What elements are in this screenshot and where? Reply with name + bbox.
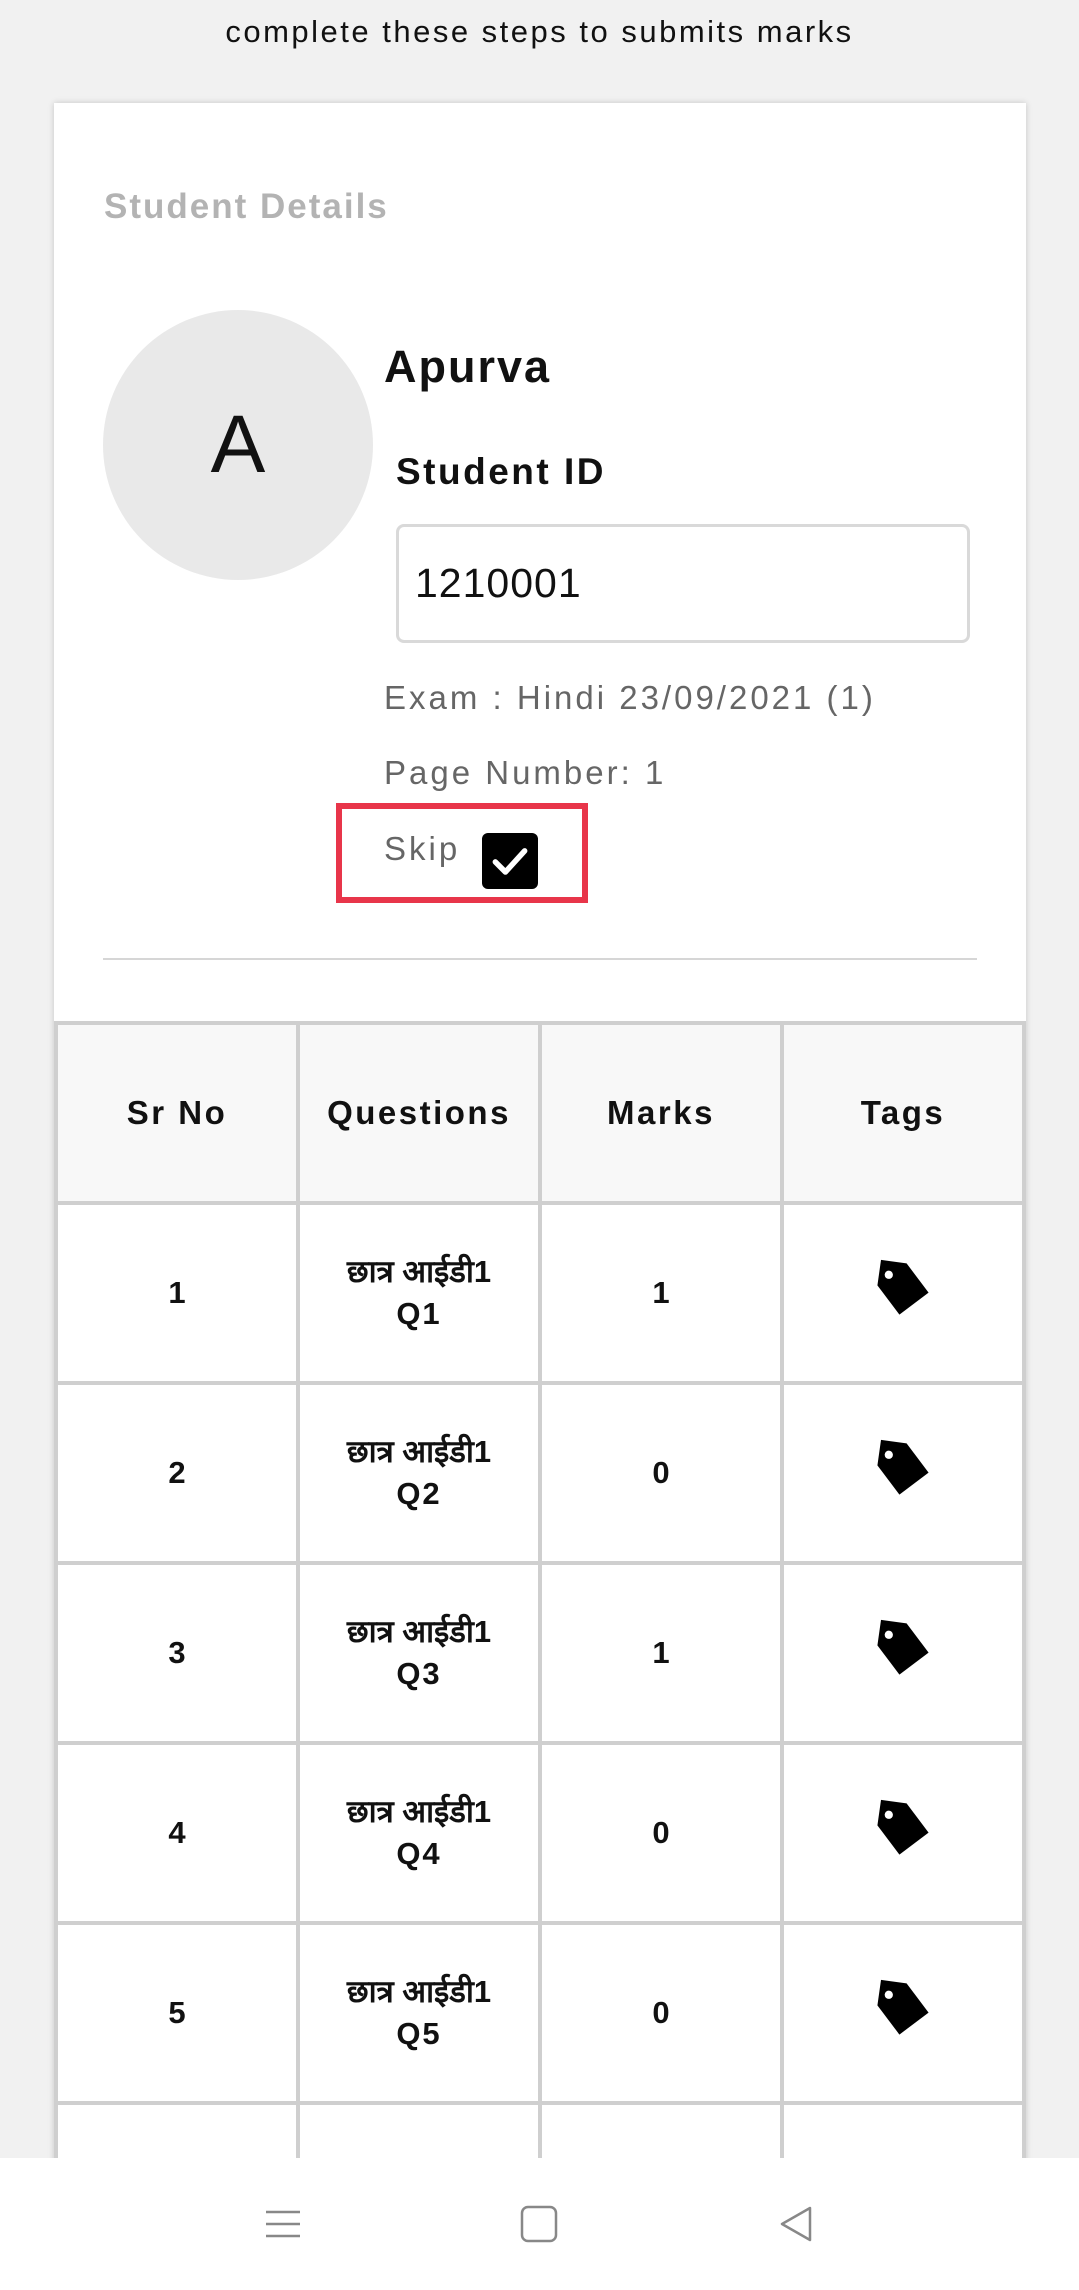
check-icon xyxy=(492,848,528,875)
section-title: Student Details xyxy=(104,187,389,226)
tag-icon[interactable] xyxy=(872,1258,934,1320)
marks-cell[interactable]: 0 xyxy=(538,1921,784,2105)
table-row[interactable]: 5 छात्र आईडी1 Q5 0 xyxy=(54,1921,1026,2105)
tags-cell[interactable] xyxy=(780,1921,1026,2105)
question-number: Q4 xyxy=(396,1836,442,1871)
tags-cell[interactable] xyxy=(780,1741,1026,1925)
question-label: छात्र आईडी1 xyxy=(346,1974,492,2009)
instruction-text: complete these steps to submits marks xyxy=(225,14,854,49)
table-header-row: Sr No Questions Marks Tags xyxy=(54,1021,1026,1205)
home-square-icon xyxy=(520,2205,558,2243)
exam-info: Exam : Hindi 23/09/2021 (1) xyxy=(384,679,876,716)
menu-button[interactable] xyxy=(253,2194,313,2254)
back-triangle-icon xyxy=(780,2206,812,2242)
sr-no-cell: 3 xyxy=(54,1561,300,1745)
back-button[interactable] xyxy=(766,2194,826,2254)
question-cell: छात्र आईडी1 Q4 xyxy=(296,1741,542,1925)
table-row[interactable]: 4 छात्र आईडी1 Q4 0 xyxy=(54,1741,1026,1925)
skip-label: Skip xyxy=(384,830,461,867)
avatar: A xyxy=(103,310,373,580)
skip-checkbox[interactable] xyxy=(482,833,538,889)
student-id-input[interactable] xyxy=(396,524,970,643)
menu-icon xyxy=(266,2210,300,2238)
sr-no-cell: 1 xyxy=(54,1201,300,1385)
skip-highlight-box xyxy=(336,803,588,903)
question-label: छात्र आईडी1 xyxy=(346,1794,492,1829)
question-cell: छात्र आईडी1 Q1 xyxy=(296,1201,542,1385)
marks-table: Sr No Questions Marks Tags 1 छात्र आईडी1… xyxy=(54,1021,1026,2243)
page-number: Page Number: 1 xyxy=(384,754,667,791)
home-button[interactable] xyxy=(509,2194,569,2254)
table-row[interactable]: 1 छात्र आईडी1 Q1 1 xyxy=(54,1201,1026,1385)
question-label: छात्र आईडी1 xyxy=(346,1614,492,1649)
tags-cell[interactable] xyxy=(780,1561,1026,1745)
question-cell: छात्र आईडी1 Q2 xyxy=(296,1381,542,1565)
tag-icon[interactable] xyxy=(872,1798,934,1860)
question-number: Q2 xyxy=(396,1476,442,1511)
question-label: छात्र आईडी1 xyxy=(346,1434,492,1469)
header-marks: Marks xyxy=(538,1021,784,1205)
sr-no-cell: 5 xyxy=(54,1921,300,2105)
question-number: Q5 xyxy=(396,2016,442,2051)
marks-cell[interactable]: 1 xyxy=(538,1561,784,1745)
tag-icon[interactable] xyxy=(872,1438,934,1500)
question-cell: छात्र आईडी1 Q5 xyxy=(296,1921,542,2105)
question-number: Q3 xyxy=(396,1656,442,1691)
student-id-label: Student ID xyxy=(396,451,606,492)
header-tags: Tags xyxy=(780,1021,1026,1205)
tag-icon[interactable] xyxy=(872,1618,934,1680)
sr-no-cell: 4 xyxy=(54,1741,300,1925)
table-row[interactable]: 2 छात्र आईडी1 Q2 0 xyxy=(54,1381,1026,1565)
tags-cell[interactable] xyxy=(780,1201,1026,1385)
sr-no-cell: 2 xyxy=(54,1381,300,1565)
header-questions: Questions xyxy=(296,1021,542,1205)
question-number: Q1 xyxy=(396,1296,442,1331)
system-nav-bar xyxy=(0,2158,1079,2290)
question-label: छात्र आईडी1 xyxy=(346,1254,492,1289)
table-row[interactable]: 3 छात्र आईडी1 Q3 1 xyxy=(54,1561,1026,1745)
header-sr-no: Sr No xyxy=(54,1021,300,1205)
divider xyxy=(103,958,977,960)
student-card: Student Details A Apurva Student ID Exam… xyxy=(54,103,1026,2243)
tags-cell[interactable] xyxy=(780,1381,1026,1565)
student-name: Apurva xyxy=(384,341,552,392)
question-cell: छात्र आईडी1 Q3 xyxy=(296,1561,542,1745)
marks-cell[interactable]: 0 xyxy=(538,1381,784,1565)
tag-icon[interactable] xyxy=(872,1978,934,2040)
marks-cell[interactable]: 1 xyxy=(538,1201,784,1385)
marks-cell[interactable]: 0 xyxy=(538,1741,784,1925)
